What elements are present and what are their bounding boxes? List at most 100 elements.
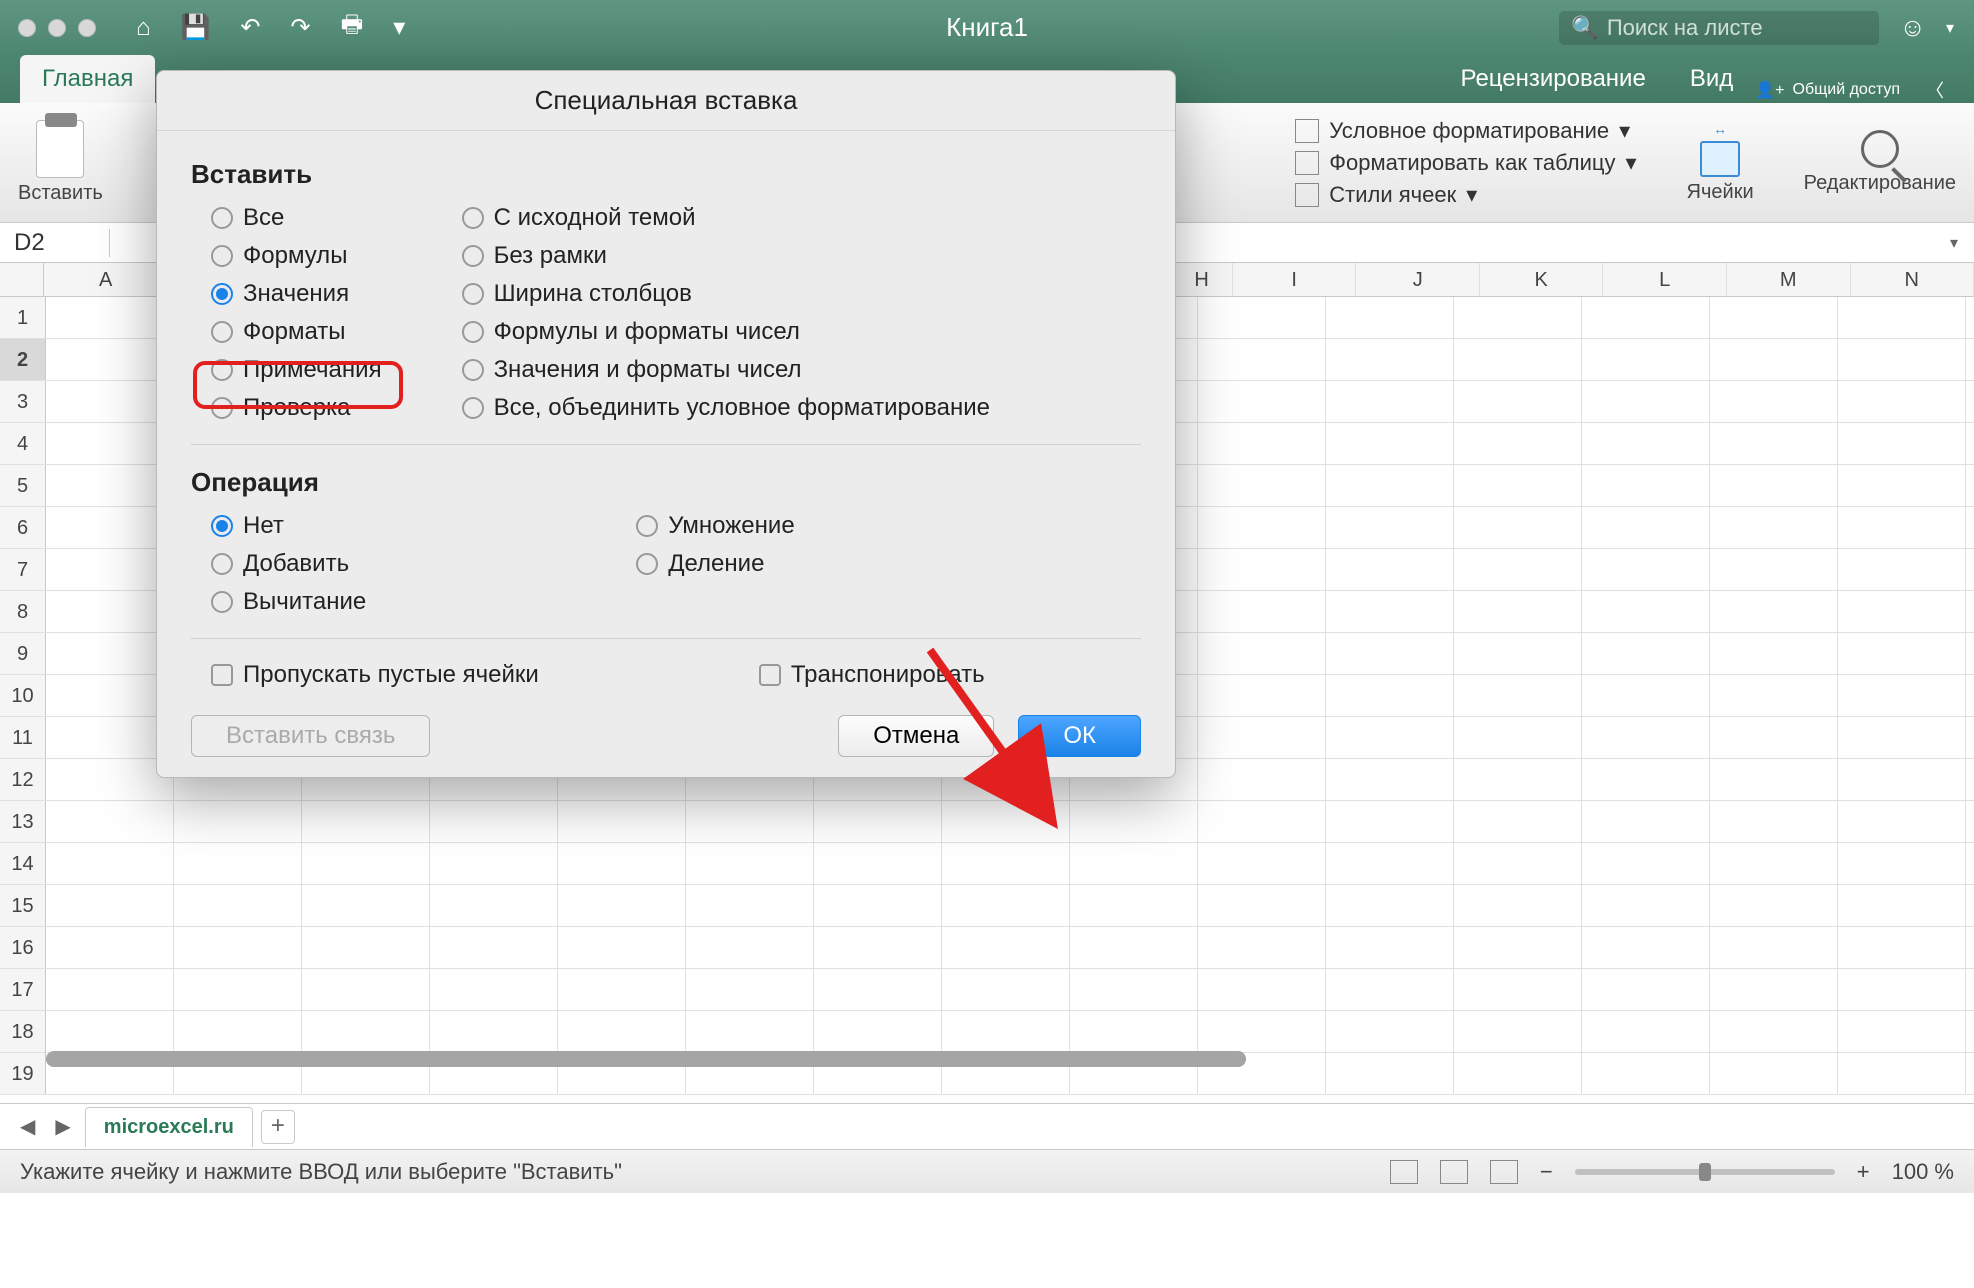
cell[interactable] [1582, 885, 1710, 926]
cell[interactable] [1198, 759, 1326, 800]
feedback-chevron-icon[interactable]: ▾ [1946, 18, 1954, 38]
cell[interactable] [1326, 381, 1454, 422]
cell[interactable] [1582, 675, 1710, 716]
cell[interactable] [1710, 633, 1838, 674]
cell[interactable] [302, 1011, 430, 1052]
row-header[interactable]: 10 [0, 675, 46, 716]
cell[interactable] [1454, 297, 1582, 338]
cell[interactable] [174, 927, 302, 968]
zoom-level[interactable]: 100 % [1892, 1159, 1954, 1185]
cell[interactable] [1710, 549, 1838, 590]
cell[interactable] [1710, 465, 1838, 506]
paste-radio[interactable]: Значения и форматы чисел [462, 356, 990, 384]
cell[interactable] [1454, 1053, 1582, 1094]
cell[interactable] [430, 927, 558, 968]
cell[interactable] [1198, 507, 1326, 548]
cell[interactable] [1582, 1011, 1710, 1052]
cell[interactable] [1326, 339, 1454, 380]
zoom-in-icon[interactable]: + [1857, 1159, 1870, 1185]
scrollbar-thumb[interactable] [46, 1051, 1246, 1067]
cell[interactable] [46, 717, 174, 758]
cell[interactable] [1838, 633, 1966, 674]
cell[interactable] [1454, 843, 1582, 884]
cell[interactable] [430, 969, 558, 1010]
paste-radio[interactable]: С исходной темой [462, 204, 990, 232]
cell[interactable] [1326, 801, 1454, 842]
cell[interactable] [1582, 717, 1710, 758]
cell[interactable] [1454, 633, 1582, 674]
cell[interactable] [174, 885, 302, 926]
cell[interactable] [1326, 969, 1454, 1010]
cell[interactable] [558, 927, 686, 968]
cell[interactable] [1582, 633, 1710, 674]
home-icon[interactable]: ⌂ [136, 14, 151, 42]
grid-row[interactable]: 18 [0, 1011, 1974, 1053]
cell[interactable] [1582, 801, 1710, 842]
cell[interactable] [1582, 1053, 1710, 1094]
cell[interactable] [1582, 843, 1710, 884]
editing-group[interactable]: Редактирование [1804, 130, 1956, 195]
cell[interactable] [1198, 465, 1326, 506]
paste-radio[interactable]: Проверка [211, 394, 382, 422]
row-header[interactable]: 13 [0, 801, 46, 842]
cell-styles[interactable]: Стили ячеек▾ [1295, 182, 1636, 208]
col-header[interactable]: A [44, 263, 168, 296]
row-header[interactable]: 15 [0, 885, 46, 926]
cell[interactable] [1454, 1011, 1582, 1052]
cell[interactable] [1582, 381, 1710, 422]
cell[interactable] [1838, 297, 1966, 338]
cell[interactable] [1454, 591, 1582, 632]
cell[interactable] [1454, 969, 1582, 1010]
cell[interactable] [302, 969, 430, 1010]
paste-radio[interactable]: Примечания [211, 356, 382, 384]
transpose-checkbox[interactable]: Транспонировать [759, 661, 985, 689]
cell[interactable] [1326, 507, 1454, 548]
col-header[interactable]: L [1603, 263, 1727, 296]
paste-radio[interactable]: Значения [211, 280, 382, 308]
row-header[interactable]: 14 [0, 843, 46, 884]
cell[interactable] [1326, 717, 1454, 758]
cell[interactable] [1198, 969, 1326, 1010]
minimize-dot[interactable] [48, 19, 66, 37]
cell[interactable] [46, 1011, 174, 1052]
cell[interactable] [1582, 507, 1710, 548]
row-header[interactable]: 19 [0, 1053, 46, 1094]
cell[interactable] [1582, 297, 1710, 338]
cell[interactable] [558, 969, 686, 1010]
name-box[interactable]: D2 [0, 229, 110, 257]
cell[interactable] [942, 969, 1070, 1010]
row-header[interactable]: 18 [0, 1011, 46, 1052]
paste-radio[interactable]: Все [211, 204, 382, 232]
col-header[interactable]: M [1727, 263, 1851, 296]
cell[interactable] [942, 885, 1070, 926]
cell[interactable] [1454, 801, 1582, 842]
sheet-nav-prev-icon[interactable]: ◀ [14, 1114, 41, 1139]
cell[interactable] [1454, 759, 1582, 800]
cell[interactable] [1326, 633, 1454, 674]
view-page-layout-icon[interactable] [1440, 1160, 1468, 1184]
cell[interactable] [1838, 507, 1966, 548]
conditional-formatting[interactable]: Условное форматирование▾ [1295, 118, 1636, 144]
cell[interactable] [1454, 465, 1582, 506]
cell[interactable] [1326, 1053, 1454, 1094]
cell[interactable] [1838, 969, 1966, 1010]
cell[interactable] [1838, 801, 1966, 842]
cell[interactable] [1454, 927, 1582, 968]
row-header[interactable]: 12 [0, 759, 46, 800]
cell[interactable] [302, 927, 430, 968]
cell[interactable] [1710, 507, 1838, 548]
cell[interactable] [1326, 1011, 1454, 1052]
paste-radio[interactable]: Без рамки [462, 242, 990, 270]
cell[interactable] [942, 927, 1070, 968]
cell[interactable] [1710, 675, 1838, 716]
zoom-out-icon[interactable]: − [1540, 1159, 1553, 1185]
feedback-icon[interactable]: ☺ [1899, 12, 1926, 43]
view-page-break-icon[interactable] [1490, 1160, 1518, 1184]
cell[interactable] [1198, 633, 1326, 674]
select-all[interactable] [0, 263, 44, 296]
cell[interactable] [686, 927, 814, 968]
cell[interactable] [1198, 675, 1326, 716]
cell[interactable] [1198, 339, 1326, 380]
cell[interactable] [1710, 1011, 1838, 1052]
cell[interactable] [1198, 297, 1326, 338]
